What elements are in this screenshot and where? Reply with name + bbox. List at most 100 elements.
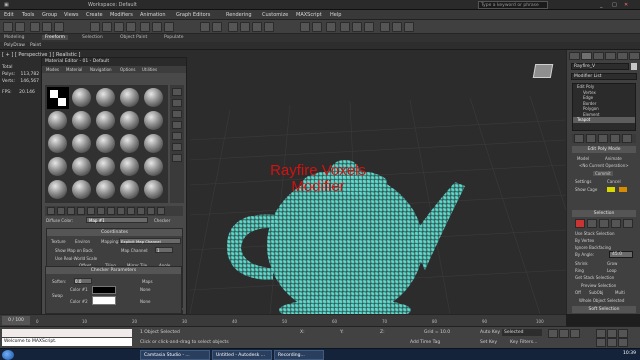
material-type-button[interactable]: Checker	[154, 218, 170, 223]
grow-button[interactable]: Grow	[607, 261, 617, 266]
material-editor-icon[interactable]	[364, 22, 374, 32]
vertex-mode-icon[interactable]	[575, 219, 585, 228]
move-icon[interactable]	[140, 22, 150, 32]
sample-slot-sphere[interactable]	[48, 134, 67, 153]
unlink-icon[interactable]	[42, 22, 52, 32]
coordinates-header[interactable]: Coordinates	[47, 229, 182, 236]
prev-frame-icon[interactable]	[559, 329, 569, 338]
ignore-backfacing-checkbox[interactable]: Ignore Backfacing	[575, 245, 611, 250]
put-to-library-icon[interactable]	[107, 207, 115, 215]
border-mode-icon[interactable]	[599, 219, 609, 228]
settings-button[interactable]: Settings	[575, 179, 591, 184]
rect-select-icon[interactable]	[114, 22, 124, 32]
color1-map-button[interactable]: None	[140, 287, 150, 292]
by-angle-checkbox[interactable]: By Angle:	[575, 252, 594, 257]
frame-counter[interactable]: 0 / 100	[2, 316, 30, 325]
show-in-viewport-icon[interactable]	[127, 207, 135, 215]
scale-icon[interactable]	[164, 22, 174, 32]
manipulate-icon[interactable]	[212, 22, 222, 32]
spinner-snap-icon[interactable]	[264, 22, 274, 32]
remove-modifier-icon[interactable]	[610, 134, 620, 143]
me-menu-utilities[interactable]: Utilities	[142, 67, 157, 72]
menu-views[interactable]: Views	[64, 12, 78, 18]
add-time-tag-button[interactable]: Add Time Tag	[410, 340, 440, 345]
search-input[interactable]: Type a keyword or phrase	[478, 1, 548, 9]
task-camtasia[interactable]: Camtasia Studio - ...	[140, 350, 210, 360]
sample-slot-sphere[interactable]	[72, 134, 91, 153]
link-icon[interactable]	[30, 22, 40, 32]
menu-create[interactable]: Create	[86, 12, 103, 18]
tab-modeling[interactable]: Modeling	[4, 35, 24, 40]
sample-slot-sphere[interactable]	[72, 111, 91, 130]
sample-slot-sphere[interactable]	[48, 111, 67, 130]
me-menu-material[interactable]: Material	[66, 67, 82, 72]
menu-edit[interactable]: Edit	[4, 12, 14, 18]
zoom-all-icon[interactable]	[607, 329, 617, 338]
app-logo-icon[interactable]: ▣	[4, 2, 9, 8]
options-icon[interactable]	[172, 154, 182, 162]
cage-selected-color-swatch[interactable]	[619, 187, 627, 192]
soften-field[interactable]: 0.0	[74, 278, 92, 284]
mirror-icon[interactable]	[300, 22, 310, 32]
real-world-scale-checkbox[interactable]: Use Real-World Scale	[55, 256, 97, 261]
put-to-scene-icon[interactable]	[57, 207, 65, 215]
stack-item-teapot[interactable]: Teapot	[573, 117, 635, 123]
material-name-field[interactable]: Map #1	[86, 217, 148, 223]
edit-poly-mode-header[interactable]: Edit Poly Mode	[572, 146, 636, 153]
animate-radio[interactable]: Animate	[605, 156, 622, 161]
edge-mode-icon[interactable]	[587, 219, 597, 228]
auto-key-button[interactable]: Auto Key	[480, 330, 500, 335]
sample-slot-sphere[interactable]	[48, 157, 67, 176]
sample-type-icon[interactable]	[172, 88, 182, 96]
object-color-swatch[interactable]	[631, 63, 637, 70]
color1-swatch[interactable]	[92, 286, 116, 294]
loop-button[interactable]: Loop	[607, 268, 617, 273]
voxel-teapot[interactable]	[215, 120, 475, 314]
render-setup-icon[interactable]	[380, 22, 390, 32]
hierarchy-tab-icon[interactable]	[593, 52, 604, 60]
bind-icon[interactable]	[54, 22, 64, 32]
close-icon[interactable]: ✕	[624, 2, 628, 8]
modify-tab-icon[interactable]	[581, 52, 592, 60]
tab-populate[interactable]: Populate	[164, 35, 184, 40]
commit-button[interactable]: Commit	[593, 171, 613, 176]
sample-slot-sphere[interactable]	[144, 134, 163, 153]
sample-slot-sphere[interactable]	[96, 134, 115, 153]
percent-snap-icon[interactable]	[252, 22, 262, 32]
show-end-result-stack-icon[interactable]	[586, 134, 596, 143]
sample-slot-sphere[interactable]	[96, 111, 115, 130]
menu-help[interactable]: Help	[330, 12, 341, 18]
soft-selection-header[interactable]: Soft Selection	[572, 306, 636, 313]
zoom-icon[interactable]	[596, 329, 606, 338]
copy-material-icon[interactable]	[87, 207, 95, 215]
task-recording[interactable]: Recording...	[274, 350, 324, 360]
show-map-on-back-checkbox[interactable]: Show Map on Back	[55, 248, 93, 253]
angle-snap-icon[interactable]	[240, 22, 250, 32]
show-cage-checkbox[interactable]: Show Cage	[575, 187, 597, 192]
sample-slot-sphere[interactable]	[120, 88, 139, 107]
color2-map-button[interactable]: None	[140, 299, 150, 304]
video-color-check-icon[interactable]	[172, 132, 182, 140]
sample-uv-tiling-icon[interactable]	[172, 121, 182, 129]
task-autodesk[interactable]: Untitled - Autodesk ...	[212, 350, 272, 360]
select-icon[interactable]	[90, 22, 100, 32]
get-stack-selection-button[interactable]: Get Stack Selection	[575, 275, 614, 280]
sample-slot-sphere[interactable]	[120, 134, 139, 153]
sample-slot-sphere[interactable]	[144, 111, 163, 130]
create-tab-icon[interactable]	[569, 52, 580, 60]
sample-slot-sphere[interactable]	[96, 180, 115, 199]
polygon-mode-icon[interactable]	[611, 219, 621, 228]
orbit-icon[interactable]	[618, 338, 628, 347]
menu-tools[interactable]: Tools	[22, 12, 34, 18]
display-tab-icon[interactable]	[617, 52, 628, 60]
tab-object-paint[interactable]: Object Paint	[120, 35, 147, 40]
viewcube-icon[interactable]	[532, 64, 554, 78]
material-id-icon[interactable]	[117, 207, 125, 215]
sample-slot-sphere[interactable]	[120, 111, 139, 130]
get-material-icon[interactable]	[47, 207, 55, 215]
me-menu-modes[interactable]: Modes	[46, 67, 59, 72]
redo-icon[interactable]	[15, 22, 25, 32]
go-to-parent-icon[interactable]	[147, 207, 155, 215]
play-icon[interactable]	[570, 329, 580, 338]
by-angle-field[interactable]: 45.0	[609, 251, 633, 258]
